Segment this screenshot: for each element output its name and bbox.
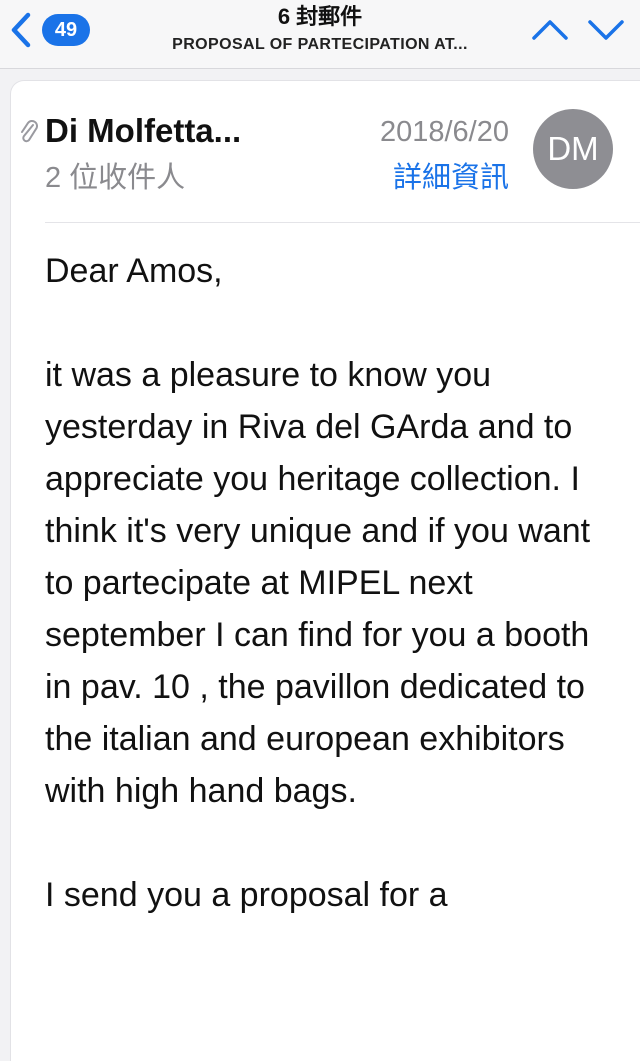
- chevron-left-icon: [11, 12, 31, 48]
- header-divider: [45, 222, 640, 223]
- message-date: 2018/6/20: [379, 116, 509, 148]
- sender-name[interactable]: Di Molfetta...: [45, 111, 241, 151]
- unread-count-badge: 49: [42, 14, 90, 46]
- details-link[interactable]: 詳細資訊: [393, 159, 509, 197]
- thread-count-title: 6 封郵件: [277, 4, 363, 29]
- body-paragraph: I send you a proposal for a: [45, 876, 448, 914]
- paperclip-icon: [21, 120, 38, 143]
- thread-subject: PROPOSAL OF PARTECIPATION AT...: [172, 36, 468, 53]
- message-navigation: [514, 14, 626, 46]
- greeting-text: Dear Amos,: [45, 252, 223, 290]
- navigation-bar: 49 6 封郵件 PROPOSAL OF PARTECIPATION AT...: [0, 0, 640, 69]
- recipients-count: 2 位收件人: [45, 162, 186, 194]
- body-paragraph: it was a pleasure to know you yesterday …: [45, 356, 591, 810]
- message-card: Di Molfetta... 2 位收件人 2018/6/20 詳細資訊 DM …: [10, 80, 640, 1061]
- back-button[interactable]: 49: [8, 10, 102, 50]
- thread-title-block: 6 封郵件 PROPOSAL OF PARTECIPATION AT...: [130, 2, 510, 58]
- chevron-up-icon[interactable]: [530, 14, 570, 46]
- message-body: Dear Amos, it was a pleasure to know you…: [45, 245, 617, 921]
- chevron-down-icon[interactable]: [586, 14, 626, 46]
- avatar[interactable]: DM: [533, 109, 613, 189]
